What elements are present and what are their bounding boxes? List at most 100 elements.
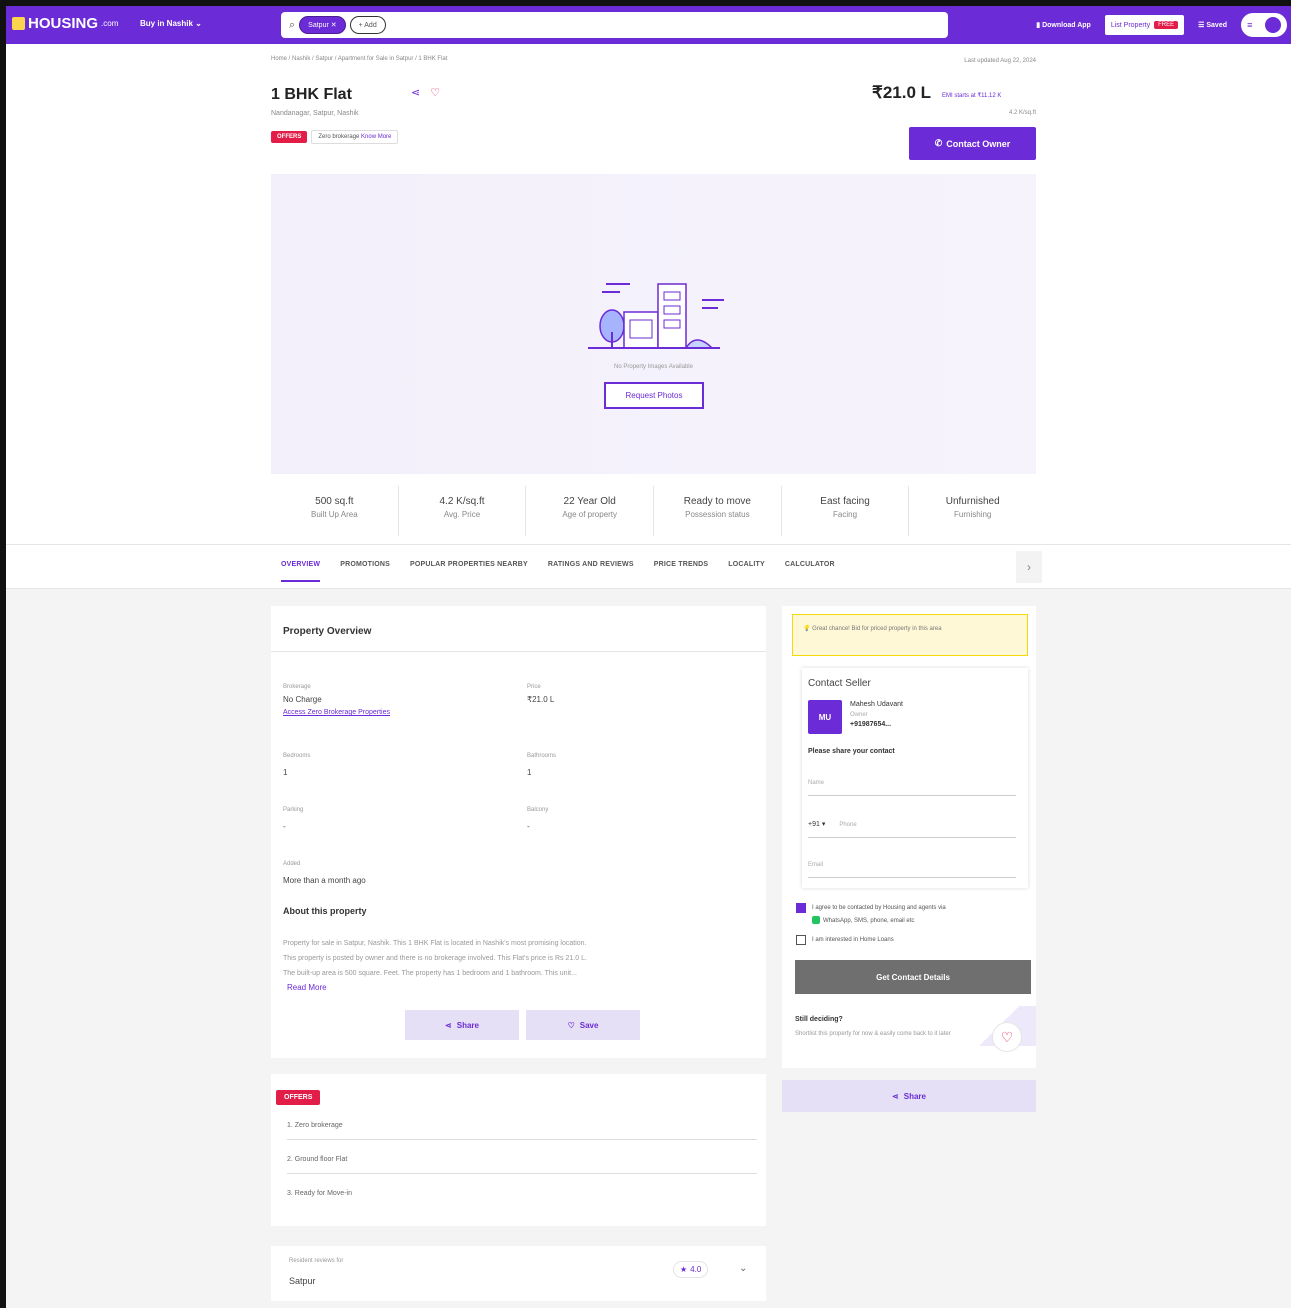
chevron-down-icon[interactable]: ⌄ [739,1263,747,1274]
share-label: Share [456,1020,479,1030]
download-app-button[interactable]: ▮ Download App [1036,21,1091,29]
zero-brokerage-chip[interactable]: Zero brokerage Know More [311,130,399,144]
menu-icon: ≡ [1247,20,1253,30]
contact-owner-button[interactable]: ✆ Contact Owner [909,127,1036,160]
property-image-placeholder: No Property Images Available Request Pho… [271,174,1036,474]
agree-checkbox[interactable] [796,903,806,913]
topbar-actions: ▮ Download App List Property FREE ☰ Saved… [1036,6,1291,44]
stat-label: Possession status [685,510,750,519]
field-balcony: Balcony - [527,807,548,831]
share-icon: ⋖ [892,1091,899,1101]
breadcrumb[interactable]: Home / Nashik / Satpur / Apartment for S… [271,56,447,62]
lightbulb-icon: 💡 [803,626,811,632]
no-images-text: No Property Images Available [614,364,693,370]
offers-card: OFFERS 1. Zero brokerage 2. Ground floor… [271,1074,766,1226]
still-deciding-heading: Still deciding? [795,1016,843,1023]
tab-ratings[interactable]: RATINGS AND REVIEWS [548,561,634,582]
list-property-button[interactable]: List Property FREE [1104,15,1185,35]
field-value: More than a month ago [283,876,366,885]
zero-brokerage-label: Zero brokerage [318,134,360,140]
field-value: No Charge [283,695,322,704]
share-contact-heading: Please share your contact [808,748,895,755]
section-tabs: OVERVIEW PROMOTIONS POPULAR PROPERTIES N… [6,544,1291,589]
stat-label: Facing [833,510,858,519]
stat-label: Age of property [562,510,618,519]
list-item: 1. Zero brokerage [287,1122,757,1140]
share-icon[interactable]: ⋖ [411,86,420,99]
rating-value: 4.0 [690,1265,702,1274]
field-key: Bathrooms [527,753,557,759]
field-bedrooms: Bedrooms 1 [283,753,310,777]
contact-seller-form: Contact Seller MU Mahesh Udavant Owner +… [802,668,1028,888]
list-property-label: List Property [1110,21,1151,29]
zero-brokerage-link[interactable]: Access Zero Brokerage Properties [283,709,390,716]
phone-call-icon: ✆ [934,138,943,148]
field-key: Price [527,684,541,690]
about-line: The built-up area is 500 square. Feet. T… [283,970,577,977]
offers-badge: OFFERS [271,131,308,143]
home-loans-label: I am interested in Home Loans [812,937,894,943]
phone-field[interactable]: +91 ▾ Phone [808,820,1016,838]
contact-owner-label: Contact Owner [946,138,1011,149]
heart-icon: ♡ [567,1020,575,1030]
tip-banner: 💡 Great chance! Bid for priced property … [792,614,1028,656]
field-key: Balcony [527,807,549,813]
stat-facing: East facing Facing [782,486,910,536]
buy-location-dropdown[interactable]: Buy in Nashik ⌄ [140,19,202,28]
country-code-select[interactable]: +91 ▾ [808,821,825,828]
share-button[interactable]: ⋖ Share [405,1010,519,1040]
page-title: 1 BHK Flat [271,86,352,103]
heart-icon[interactable]: ♡ [992,1022,1022,1052]
field-key: Parking [283,807,304,813]
field-value: - [527,822,530,831]
name-field[interactable]: Name [808,780,1016,796]
search-bar[interactable]: ⌕ Satpur ✕ + Add [281,12,948,38]
save-button[interactable]: ♡ Save [526,1010,640,1040]
tab-price-trends[interactable]: PRICE TRENDS [654,561,709,582]
chevron-right-icon[interactable]: › [1016,551,1042,583]
price-per-sqft: 4.2 K/sq.ft [1008,110,1036,116]
stat-value: 4.2 K/sq.ft [439,496,485,507]
know-more-link[interactable]: Know More [361,134,391,140]
property-location: Nandanagar, Satpur, Nashik [271,110,359,117]
tab-calculator[interactable]: CALCULATOR [785,561,835,582]
add-location-chip[interactable]: + Add [349,16,386,34]
email-field[interactable]: Email [808,862,1016,878]
request-photos-button[interactable]: Request Photos [604,382,704,409]
save-label: Save [579,1020,599,1030]
building-illustration-icon [588,283,724,349]
phone-placeholder: Phone [839,822,857,828]
stat-avg-price: 4.2 K/sq.ft Avg. Price [399,486,527,536]
home-loans-checkbox[interactable] [796,935,806,945]
home-loans-checkbox-row[interactable]: I am interested in Home Loans [796,934,1032,947]
saved-list-icon: ☰ [1198,22,1205,29]
tip-text: Great chance! Bid for priced property in… [812,626,942,632]
housing-logo[interactable]: HOUSING .com [12,15,118,32]
tab-locality[interactable]: LOCALITY [728,561,765,582]
tab-promotions[interactable]: PROMOTIONS [340,561,390,582]
heart-icon[interactable]: ♡ [430,86,440,99]
agree-contact-checkbox-row[interactable]: I agree to be contacted by Housing and a… [796,902,1032,928]
location-chip[interactable]: Satpur ✕ [299,16,346,34]
stat-value: 500 sq.ft [315,496,354,507]
tab-popular-properties[interactable]: POPULAR PROPERTIES NEARBY [410,561,528,582]
share-button[interactable]: ⋖ Share [782,1080,1036,1112]
profile-menu[interactable]: ≡ [1241,13,1287,37]
read-more-link[interactable]: Read More [287,983,327,992]
get-contact-details-button[interactable]: Get Contact Details [795,960,1031,994]
resident-reviews-card[interactable]: Resident reviews for Satpur ★ 4.0 ⌄ [271,1246,766,1301]
overview-heading: Property Overview [271,606,766,652]
field-value: 1 [283,768,288,777]
tab-overview[interactable]: OVERVIEW [281,561,321,582]
agree-text: I agree to be contacted by Housing and a… [812,902,946,928]
seller-phone: +91987654... [850,721,892,728]
saved-button[interactable]: ☰ Saved [1198,21,1227,29]
emi-link[interactable]: EMI starts at ₹11.12 K [942,92,1001,99]
stat-label: Furnishing [954,510,992,519]
phone-icon: ▮ [1036,22,1041,29]
list-item: 2. Ground floor Flat [287,1156,757,1174]
seller-name: Mahesh Udavant [850,701,903,708]
logo-mark-icon [12,17,25,30]
stat-label: Avg. Price [443,510,481,519]
header-badges: OFFERS Zero brokerage Know More [271,130,399,144]
